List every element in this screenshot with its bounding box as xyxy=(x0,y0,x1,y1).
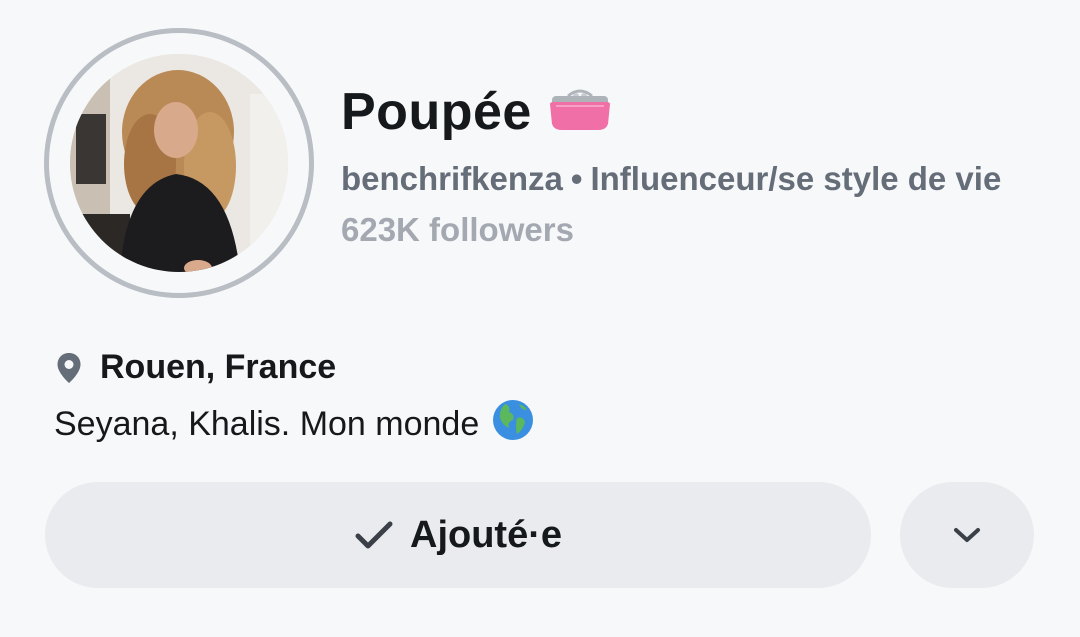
followers-count: 623K followers xyxy=(341,211,574,248)
username: benchrifkenza xyxy=(341,160,563,197)
bio-text: Seyana, Khalis. Mon monde xyxy=(54,405,480,443)
location-text: Rouen, France xyxy=(100,348,337,386)
location-row: Rouen, France xyxy=(56,348,336,387)
separator-dot: • xyxy=(570,160,583,197)
location-pin-icon xyxy=(57,352,81,383)
globe-emoji-icon xyxy=(491,398,535,451)
checkmark-icon xyxy=(355,521,393,549)
display-name-row: Poupée xyxy=(341,82,614,142)
subtitle-row: benchrifkenza • Influenceur/se style de vi… xyxy=(341,160,1001,198)
avatar[interactable] xyxy=(70,54,288,272)
chevron-down-icon xyxy=(954,528,980,542)
purse-emoji-icon xyxy=(546,88,614,137)
category: Influenceur/se style de vie xyxy=(590,160,1002,197)
bio: Seyana, Khalis. Mon monde xyxy=(54,398,535,451)
display-name: Poupée xyxy=(341,83,532,141)
avatar-photo xyxy=(70,54,288,272)
profile-page: Poupée benchrifkenza • Influenceur/se styl… xyxy=(0,0,1080,637)
more-options-button[interactable] xyxy=(900,482,1034,588)
added-friend-button[interactable]: Ajouté·e xyxy=(45,482,871,588)
added-button-label: Ajouté·e xyxy=(410,513,562,556)
